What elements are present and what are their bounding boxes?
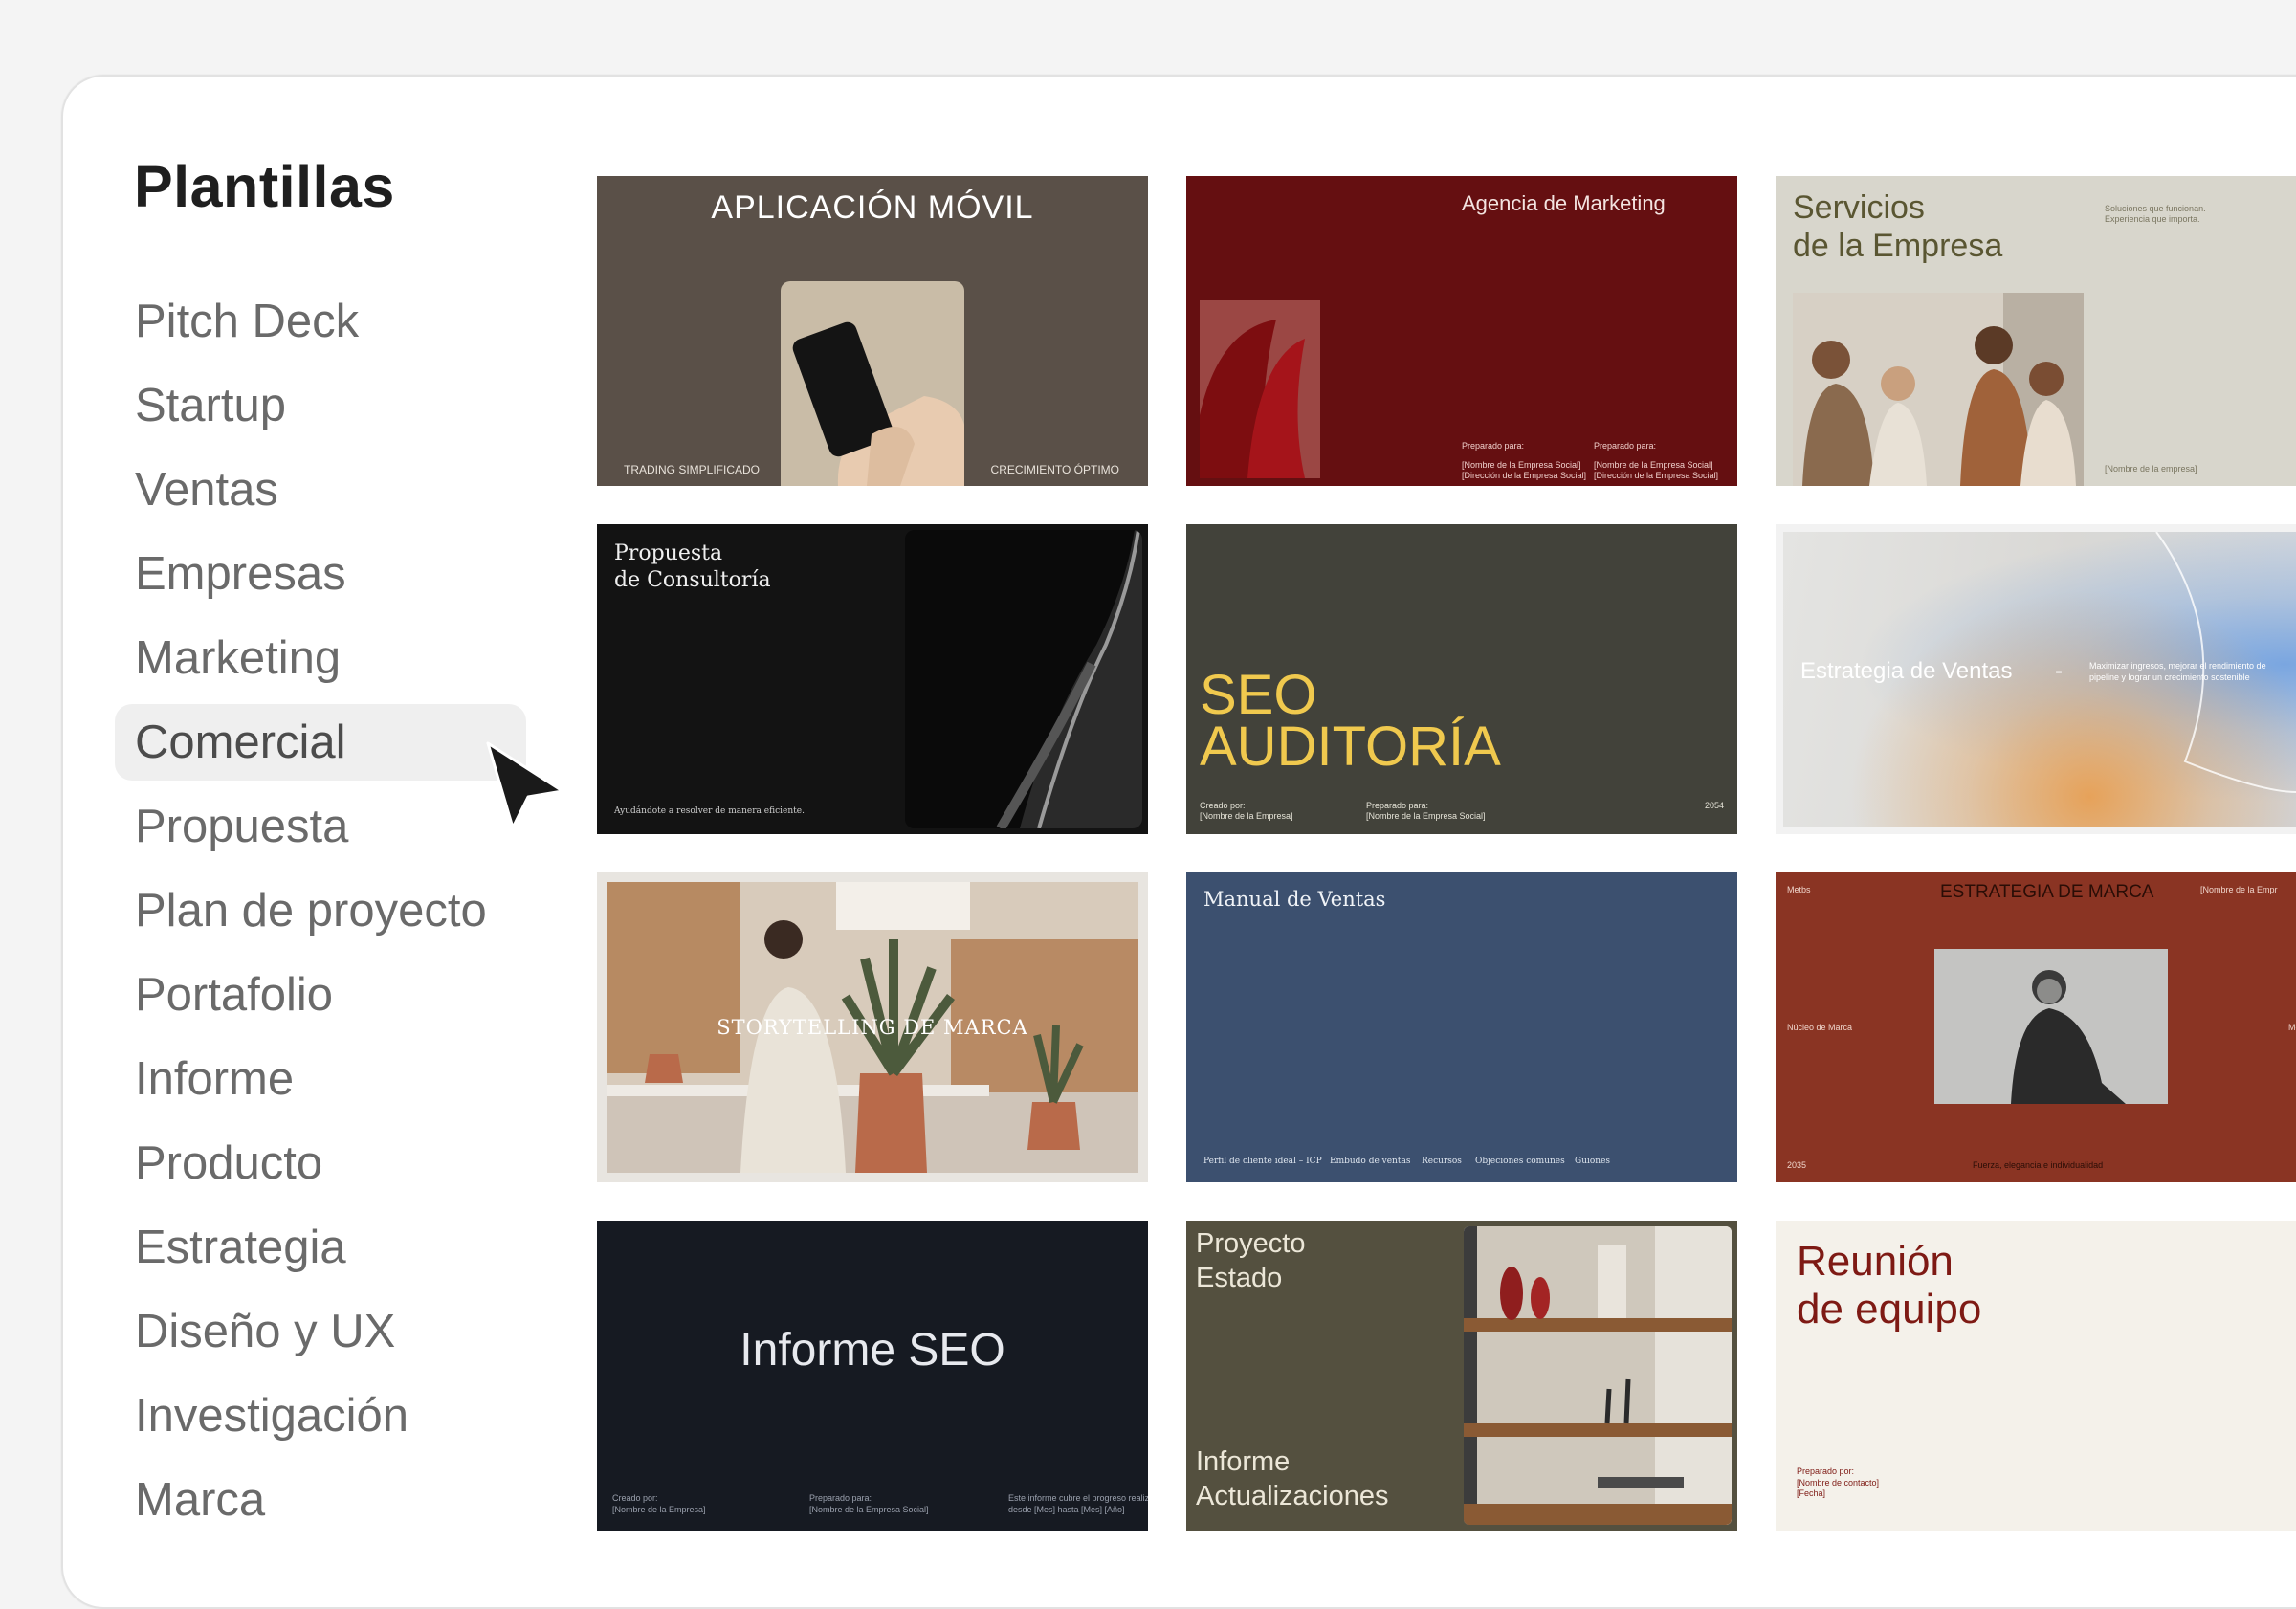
mid-left-label: Núcleo de Marca: [1787, 1023, 1853, 1032]
sidebar-item-investigacion[interactable]: Investigación: [115, 1378, 526, 1454]
link-recursos: Recursos: [1422, 1157, 1462, 1166]
company-name: [Nombre de la empresa]: [2105, 464, 2197, 474]
prep-label-2: Preparado para:: [1594, 441, 1657, 451]
prep-value-1b: [Dirección de la Empresa Social]: [1462, 471, 1587, 480]
sidebar-item-plan-de-proyecto[interactable]: Plan de proyecto: [115, 872, 526, 949]
top-right-label: [Nombre de la Empr: [2200, 885, 2278, 894]
shelf-image: [1464, 1226, 1732, 1525]
template-card-manual-ventas[interactable]: Manual de Ventas Perfil de cliente ideal…: [1186, 872, 1737, 1182]
prep-value-2b: [Dirección de la Empresa Social]: [1594, 471, 1719, 480]
sidebar-item-propuesta[interactable]: Propuesta: [115, 788, 526, 865]
template-card-reunion-equipo[interactable]: Reunión de equipo Preparado por: [Nombre…: [1776, 1221, 2296, 1531]
hand-phone-image: [781, 281, 964, 486]
card-title-line1: Servicios: [1793, 189, 1925, 226]
template-card-propuesta-consultoria[interactable]: Propuesta de Consultoría Ayudándote a re…: [597, 524, 1148, 834]
link-objeciones: Objeciones comunes: [1475, 1157, 1565, 1166]
prepared-value: [Nombre de la Empresa Social]: [809, 1505, 929, 1514]
card-title: Estrategia de Ventas: [1800, 658, 2013, 684]
card-bottom-line2: Actualizaciones: [1196, 1481, 1389, 1511]
template-card-servicios-empresa[interactable]: Servicios de la Empresa Soluciones que f…: [1776, 176, 2296, 486]
mouse-pointer-icon: [486, 741, 564, 829]
link-guiones: Guiones: [1575, 1157, 1611, 1166]
created-value: [Nombre de la Empresa]: [612, 1505, 706, 1514]
sidebar-item-portafolio[interactable]: Portafolio: [115, 957, 526, 1033]
prepared-value: [Nombre de la Empresa Social]: [1366, 811, 1486, 821]
category-sidebar: Pitch Deck Startup Ventas Empresas Marke…: [115, 283, 526, 1546]
template-card-agencia-marketing[interactable]: Agencia de Marketing Preparado para: [No…: [1186, 176, 1737, 486]
template-card-informe-seo[interactable]: Informe SEO Creado por: [Nombre de la Em…: [597, 1221, 1148, 1531]
card-description-2: pipeline y lograr un crecimiento sosteni…: [2089, 672, 2250, 682]
sidebar-item-marketing[interactable]: Marketing: [115, 620, 526, 696]
card-subtitle: Ayudándote a resolver de manera eficient…: [614, 806, 805, 816]
card-title-line2: Estado: [1196, 1263, 1283, 1293]
mid-right-label: Mensa: [2288, 1023, 2296, 1032]
card-title: Manual de Ventas: [1203, 888, 1386, 911]
template-card-seo-auditoria[interactable]: SEO AUDITORÍA Creado por: [Nombre de la …: [1186, 524, 1737, 834]
card-bottom-line1: Informe: [1196, 1446, 1291, 1477]
card-caption-left: TRADING SIMPLIFICADO: [624, 463, 761, 476]
template-card-app-movil[interactable]: APLICACIÓN MÓVIL TRADING SIMPLIFICADO CR…: [597, 176, 1148, 486]
sidebar-item-producto[interactable]: Producto: [115, 1125, 526, 1201]
card-title-line2: de la Empresa: [1793, 228, 2003, 264]
note-2: desde [Mes] hasta [Mes] [Año]: [1008, 1505, 1125, 1514]
prep-label: Preparado por:: [1797, 1466, 1855, 1476]
card-title-line1: Propuesta: [614, 541, 723, 565]
sidebar-item-pitch-deck[interactable]: Pitch Deck: [115, 283, 526, 360]
template-card-estrategia-ventas[interactable]: Estrategia de Ventas - Maximizar ingreso…: [1776, 524, 2296, 834]
abstract-red-image: [1200, 300, 1320, 478]
team-handshake-image: [1793, 293, 2084, 486]
prepared-label: Preparado para:: [809, 1493, 872, 1503]
template-card-proyecto-estado[interactable]: Proyecto Estado Informe Actualizaciones: [1186, 1221, 1737, 1531]
card-title: APLICACIÓN MÓVIL: [711, 189, 1034, 226]
portrait-woman-image: [1934, 949, 2168, 1104]
page-title: Plantillas: [134, 154, 395, 219]
card-title-line2: AUDITORÍA: [1200, 716, 1501, 778]
year-label: 2054: [1704, 801, 1724, 810]
created-value: [Nombre de la Empresa]: [1200, 811, 1293, 821]
template-card-storytelling[interactable]: STORYTELLING DE MARCA: [597, 872, 1148, 1182]
sidebar-item-ventas[interactable]: Ventas: [115, 452, 526, 528]
card-title-line2: de Consultoría: [614, 568, 771, 592]
card-caption-right: CRECIMIENTO ÓPTIMO: [990, 463, 1119, 476]
silk-abstract-image: [905, 530, 1142, 828]
card-tagline-2: Experiencia que importa.: [2105, 214, 2200, 224]
sidebar-item-marca[interactable]: Marca: [115, 1462, 526, 1538]
card-title: Agencia de Marketing: [1462, 191, 1666, 215]
card-title: STORYTELLING DE MARCA: [717, 1016, 1028, 1039]
template-card-estrategia-marca[interactable]: Metbs ESTRATEGIA DE MARCA [Nombre de la …: [1776, 872, 2296, 1182]
top-left-label: Metbs: [1787, 885, 1811, 894]
sidebar-item-empresas[interactable]: Empresas: [115, 536, 526, 612]
note-1: Este informe cubre el progreso realizado: [1008, 1493, 1148, 1503]
created-label: Creado por:: [612, 1493, 658, 1503]
sidebar-item-estrategia[interactable]: Estrategia: [115, 1209, 526, 1286]
sidebar-item-startup[interactable]: Startup: [115, 367, 526, 444]
sidebar-item-comercial[interactable]: Comercial: [115, 704, 526, 781]
card-title: ESTRATEGIA DE MARCA: [1940, 882, 2154, 902]
link-icp: Perfil de cliente ideal – ICP: [1203, 1157, 1322, 1166]
link-embudo: Embudo de ventas: [1330, 1157, 1411, 1166]
card-title-line1: Proyecto: [1196, 1228, 1306, 1259]
bottom-left-label: 2035: [1787, 1160, 1807, 1170]
sidebar-item-diseno-ux[interactable]: Diseño y UX: [115, 1293, 526, 1370]
title-dash: -: [2055, 658, 2063, 684]
card-title-line1: Reunión: [1797, 1238, 1954, 1285]
date-value: [Fecha]: [1797, 1488, 1826, 1498]
card-title: Informe SEO: [740, 1325, 1005, 1376]
card-title-line2: de equipo: [1797, 1286, 1982, 1333]
card-description-1: Maximizar ingresos, mejorar el rendimien…: [2089, 661, 2266, 671]
prep-label-1: Preparado para:: [1462, 441, 1525, 451]
bottom-tagline: Fuerza, elegancia e individualidad: [1973, 1160, 2104, 1170]
sidebar-item-informe[interactable]: Informe: [115, 1041, 526, 1117]
